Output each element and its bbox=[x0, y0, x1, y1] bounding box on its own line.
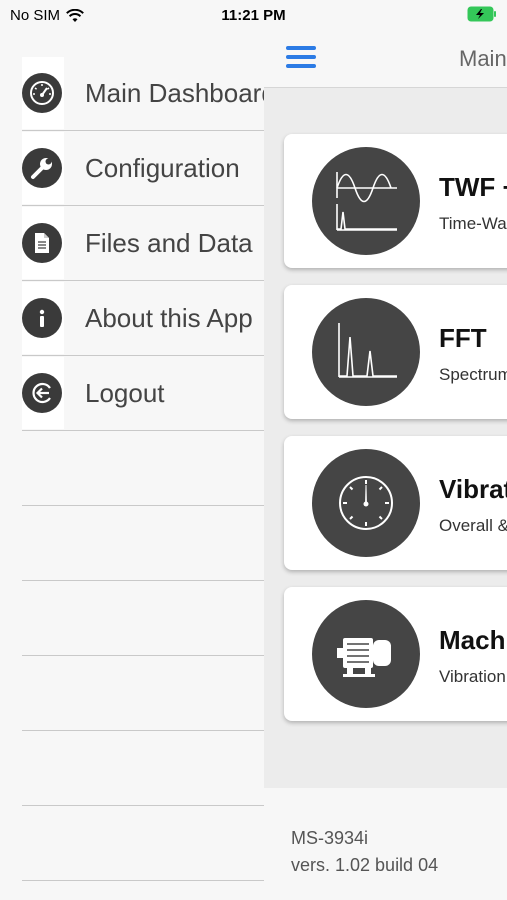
clock: 11:21 PM bbox=[221, 7, 286, 24]
menu-item-about-this-app[interactable]: About this App bbox=[22, 281, 264, 356]
card-title: Machine bbox=[439, 625, 507, 655]
card-fft[interactable]: FFT Spectrum bbox=[284, 285, 507, 419]
side-menu: Main Dashboard Configuration Files and D… bbox=[22, 56, 265, 881]
hamburger-menu-icon[interactable] bbox=[286, 46, 316, 68]
speedometer-icon bbox=[22, 73, 62, 113]
wrench-icon bbox=[22, 148, 62, 188]
menu-item-main-dashboard[interactable]: Main Dashboard bbox=[22, 56, 265, 131]
card-vibration[interactable]: Vibration Overall & bbox=[284, 436, 507, 570]
document-icon bbox=[22, 223, 62, 263]
version-label: vers. 1.02 build 04 bbox=[291, 855, 439, 875]
main-panel: Main TWF + Time-Wa FFT bbox=[264, 30, 507, 900]
card-subtitle: Spectrum bbox=[439, 365, 507, 384]
card-twf[interactable]: TWF + Time-Wa bbox=[284, 134, 507, 268]
card-subtitle: Time-Wa bbox=[439, 214, 507, 233]
menu-divider bbox=[22, 806, 264, 881]
card-title: Vibration bbox=[439, 474, 507, 504]
menu-divider bbox=[22, 506, 264, 581]
menu-item-label: Main Dashboard bbox=[85, 77, 265, 108]
menu-divider bbox=[22, 431, 264, 506]
info-icon bbox=[22, 298, 62, 338]
nav-bar: Main bbox=[264, 30, 507, 88]
menu-item-files-and-data[interactable]: Files and Data bbox=[22, 206, 264, 281]
page-title: Main bbox=[459, 46, 507, 71]
gauge-icon bbox=[312, 449, 420, 557]
battery-icon bbox=[467, 6, 497, 26]
card-subtitle: Overall & bbox=[439, 516, 507, 535]
card-title: TWF + bbox=[439, 172, 507, 202]
menu-divider bbox=[22, 656, 264, 731]
spectrum-icon bbox=[312, 298, 420, 406]
waveform-icon bbox=[312, 147, 420, 255]
menu-item-label: Configuration bbox=[85, 152, 240, 183]
model-label: MS-3934i bbox=[291, 828, 369, 848]
motor-icon bbox=[312, 600, 420, 708]
menu-divider bbox=[22, 581, 264, 656]
status-bar: No SIM 11:21 PM bbox=[0, 0, 507, 30]
card-subtitle: Vibration bbox=[439, 667, 506, 686]
app-version-footer: MS-3934i vers. 1.02 build 04 bbox=[264, 788, 507, 900]
menu-item-label: Logout bbox=[85, 377, 165, 408]
menu-divider bbox=[22, 731, 264, 806]
menu-item-label: About this App bbox=[85, 302, 253, 333]
menu-item-logout[interactable]: Logout bbox=[22, 356, 264, 431]
logout-icon bbox=[22, 373, 62, 413]
menu-item-label: Files and Data bbox=[85, 227, 253, 258]
card-title: FFT bbox=[439, 323, 487, 353]
card-machine[interactable]: Machine Vibration bbox=[284, 587, 507, 721]
menu-item-configuration[interactable]: Configuration bbox=[22, 131, 264, 206]
